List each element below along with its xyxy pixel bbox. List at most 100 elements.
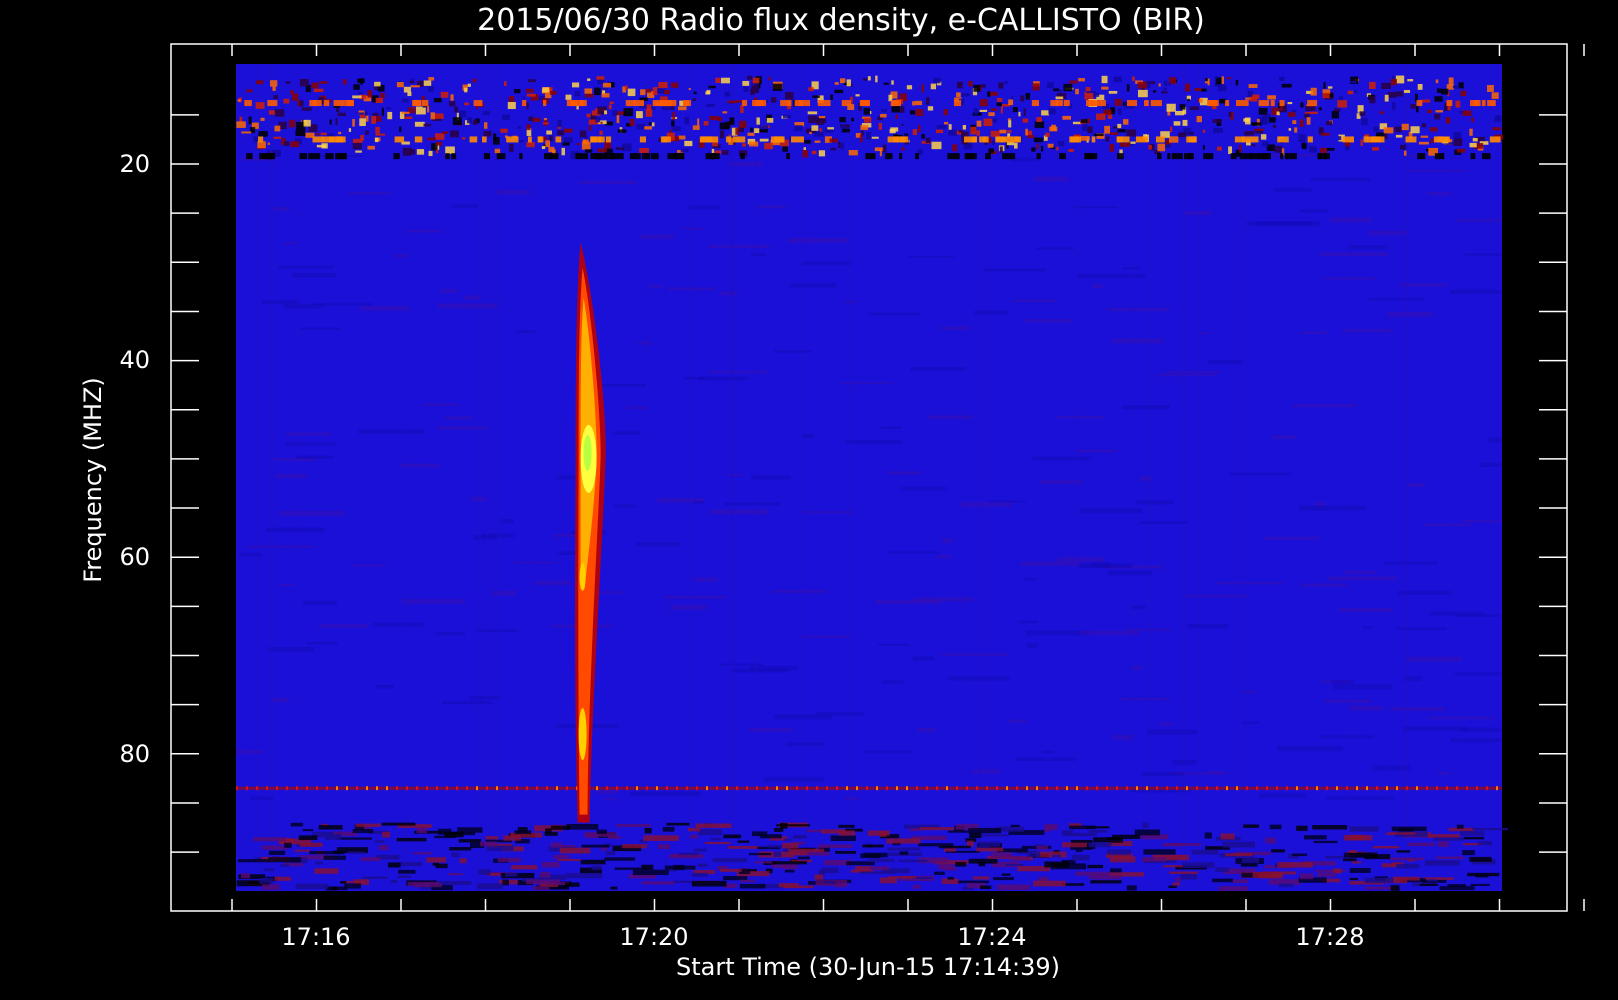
interference-cell (724, 91, 731, 97)
interference-cell (862, 844, 884, 848)
interference-cell (1202, 145, 1205, 150)
interference-dot (736, 786, 738, 791)
interference-cell (1101, 75, 1108, 84)
interference-cell (783, 838, 792, 841)
texture-streak (1324, 699, 1372, 703)
interference-cell (565, 882, 580, 887)
interference-cell (1078, 78, 1085, 82)
interference-cell (428, 150, 433, 157)
interference-cell (360, 134, 364, 141)
interference-dot (1026, 786, 1028, 791)
interference-cell (1218, 84, 1227, 92)
interference-cell (956, 92, 961, 98)
interference-cell (652, 100, 664, 107)
y-tick-label: 80 (119, 740, 150, 768)
interference-cell (1317, 872, 1336, 877)
interference-dot (1316, 786, 1318, 791)
interference-cell (555, 136, 562, 143)
interference-cell (759, 834, 782, 839)
interference-cell (591, 865, 602, 871)
interference-cell (1440, 88, 1449, 95)
interference-cell (1408, 842, 1436, 847)
interference-cell (522, 100, 527, 107)
interference-cell (1164, 80, 1168, 87)
interference-cell (672, 126, 681, 132)
interference-dot (956, 786, 958, 791)
interference-cell (1429, 127, 1438, 132)
interference-cell (375, 133, 386, 136)
interference-cell (1163, 865, 1184, 868)
interference-cell (1204, 832, 1212, 839)
texture-streak (300, 327, 342, 331)
interference-cell (268, 110, 276, 115)
interference-cell (415, 106, 426, 115)
interference-cell (641, 881, 675, 885)
interference-cell (1317, 153, 1322, 160)
interference-cell (1349, 868, 1371, 873)
interference-cell (1088, 841, 1112, 848)
interference-cell (921, 134, 925, 139)
interference-cell (598, 153, 607, 160)
interference-cell (677, 106, 687, 111)
interference-cell (410, 85, 420, 88)
interference-cell (926, 97, 930, 105)
interference-cell (1292, 120, 1297, 125)
interference-cell (616, 115, 620, 124)
interference-cell (1008, 120, 1012, 128)
interference-cell (602, 87, 608, 91)
texture-streak (774, 350, 811, 353)
interference-dot (836, 786, 838, 791)
interference-cell (752, 77, 760, 84)
interference-cell (1420, 135, 1429, 138)
interference-cell (759, 129, 768, 133)
interference-cell (990, 108, 998, 112)
interference-cell (1456, 824, 1464, 829)
texture-streak (707, 370, 768, 374)
interference-cell (1069, 80, 1078, 84)
interference-dot (866, 786, 868, 791)
interference-dot (616, 786, 618, 791)
interference-cell (1010, 136, 1020, 143)
interference-cell (1272, 124, 1277, 128)
interference-cell (1296, 825, 1308, 831)
interference-cell (1144, 100, 1149, 107)
interference-cell (1179, 104, 1186, 110)
interference-cell (817, 100, 831, 107)
texture-streak (844, 300, 859, 303)
interference-cell (1105, 136, 1110, 142)
texture-column (1489, 64, 1492, 891)
interference-cell (698, 829, 723, 836)
interference-cell (1025, 128, 1028, 136)
interference-cell (888, 876, 916, 879)
interference-cell (860, 100, 870, 107)
interference-cell (1032, 83, 1040, 91)
interference-cell (1309, 111, 1318, 115)
texture-streak (476, 629, 517, 633)
interference-dot (1446, 786, 1448, 791)
interference-cell (308, 153, 321, 160)
interference-cell (1036, 117, 1042, 123)
texture-column (1403, 64, 1405, 891)
interference-cell (1166, 103, 1176, 112)
interference-cell (754, 128, 760, 134)
texture-column (1245, 64, 1247, 891)
interference-cell (921, 84, 924, 93)
texture-streak (1319, 252, 1388, 256)
interference-cell (901, 123, 904, 126)
interference-cell (1200, 88, 1207, 92)
interference-cell (1241, 857, 1260, 863)
texture-streak (1254, 221, 1320, 227)
interference-cell (413, 882, 442, 888)
interference-cell (579, 130, 587, 138)
interference-cell (1187, 98, 1190, 101)
interference-dot (1216, 786, 1218, 791)
interference-cell (746, 75, 753, 80)
interference-cell (1247, 90, 1254, 97)
interference-cell (1458, 82, 1464, 89)
interference-cell (709, 115, 720, 121)
interference-cell (648, 122, 652, 126)
interference-cell (403, 86, 411, 93)
interference-cell (1071, 854, 1090, 861)
interference-cell (666, 822, 690, 826)
interference-cell (472, 119, 478, 125)
